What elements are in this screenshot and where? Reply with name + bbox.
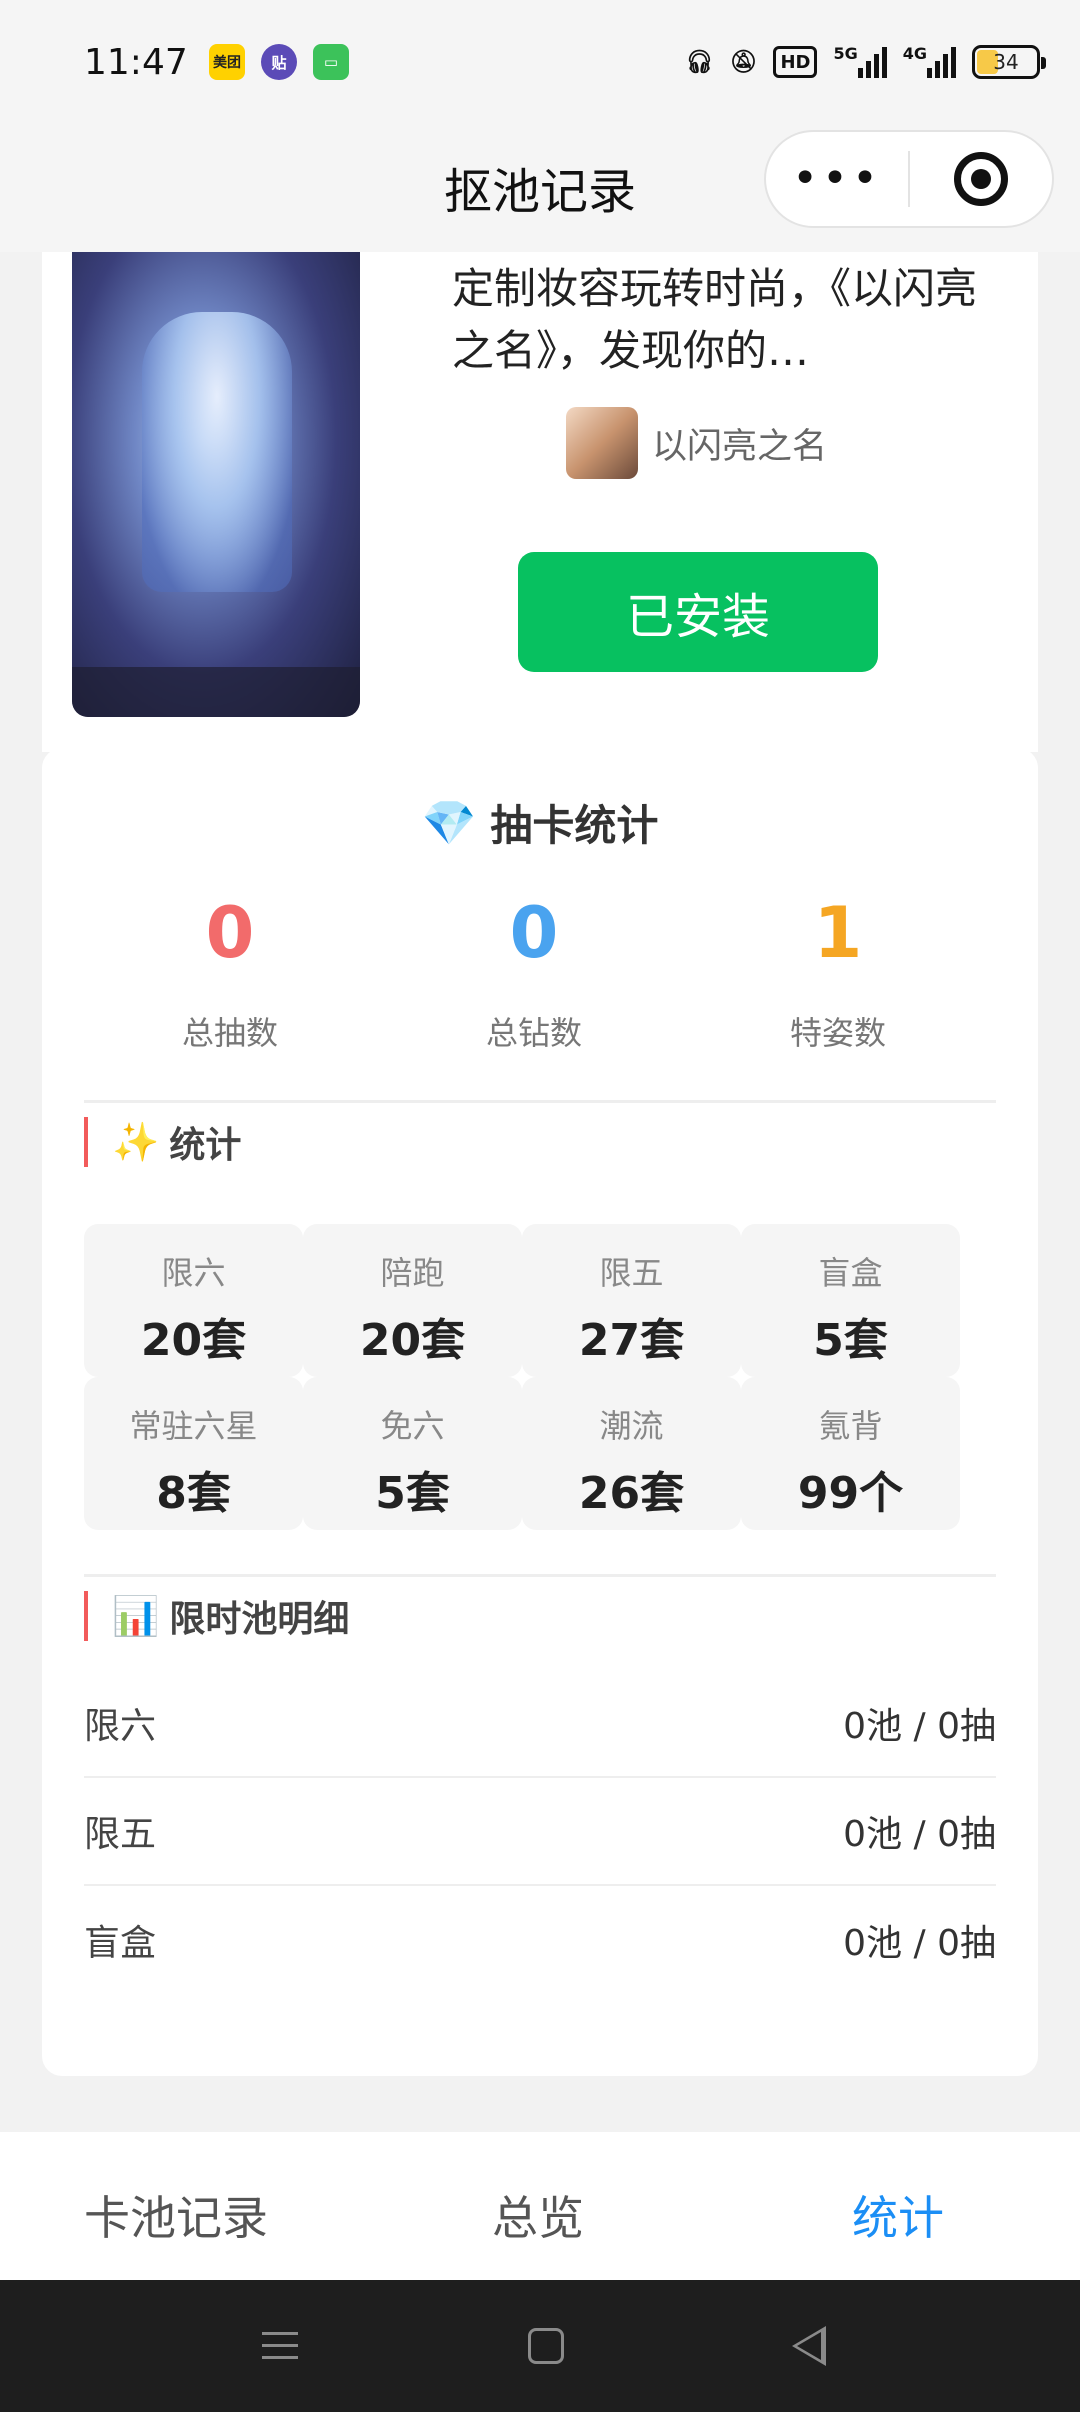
- section-title: 统计: [169, 1125, 242, 1166]
- section-title: 限时池明细: [169, 1599, 350, 1640]
- stat-name: 免六: [380, 1407, 445, 1445]
- summary-value: 0: [509, 892, 559, 974]
- close-miniprogram-button[interactable]: [910, 152, 1052, 206]
- game-promo-card[interactable]: 定制妆容玩转时尚，《以闪亮之名》，发现你的… 以闪亮之名 已安装: [42, 252, 1038, 752]
- bell-off-icon: 🔕︎: [729, 49, 758, 75]
- meituan-app-icon: 美团: [209, 44, 245, 80]
- stat-cell: 氪背 99个: [741, 1377, 960, 1530]
- stat-cell: 盲盒 5套: [741, 1224, 960, 1377]
- net-5g-label: 5G: [833, 44, 858, 63]
- stat-value: 8套: [156, 1468, 231, 1519]
- bottom-tab-bar: 卡池记录 总览 统计: [0, 2132, 1080, 2280]
- game-description: 定制妆容玩转时尚，《以闪亮之名》，发现你的…: [452, 264, 978, 375]
- stat-value: 27套: [578, 1315, 685, 1366]
- stat-cell: 潮流 26套: [522, 1377, 741, 1530]
- system-navigation-bar: [0, 2280, 1080, 2412]
- hd-icon: HD: [773, 46, 818, 78]
- stat-value: 26套: [578, 1468, 685, 1519]
- detail-name: 盲盒: [84, 1923, 157, 1964]
- summary-label: 总抽数: [181, 1014, 278, 1052]
- section-accent-bar: [84, 1117, 88, 1167]
- stat-name: 限六: [161, 1254, 226, 1292]
- detail-name: 限六: [84, 1706, 157, 1747]
- sparkles-icon: ✨: [112, 1119, 160, 1164]
- battery-icon: 34: [972, 45, 1046, 79]
- target-icon: [953, 152, 1008, 206]
- headphones-icon: 🎧︎: [685, 49, 714, 75]
- stats-title-text: 抽卡统计: [490, 801, 659, 850]
- install-button[interactable]: 已安装: [518, 552, 878, 672]
- summary-total-diamonds: 0 总钻数: [382, 898, 686, 1054]
- stat-value: 5套: [813, 1315, 888, 1366]
- stats-title: 💎 抽卡统计: [42, 792, 1038, 853]
- section-accent-bar: [84, 1591, 88, 1641]
- stat-cell: 限五 27套: [522, 1224, 741, 1377]
- tab-overview[interactable]: 总览: [492, 2182, 584, 2248]
- more-button[interactable]: •••: [766, 157, 908, 201]
- developer-row: 以闪亮之名: [566, 407, 827, 479]
- stat-name: 限五: [599, 1254, 664, 1292]
- developer-avatar: [566, 407, 638, 479]
- messages-app-icon: ▭: [313, 44, 349, 80]
- tab-pool-records[interactable]: 卡池记录: [84, 2182, 268, 2248]
- stat-cell: 免六 5套: [303, 1377, 522, 1530]
- developer-name: 以闪亮之名: [652, 426, 828, 467]
- stat-name: 潮流: [599, 1407, 664, 1445]
- status-icons: 🎧︎ 🔕︎ HD 5G 4G 34: [685, 44, 1046, 80]
- miniprogram-capsule: •••: [764, 130, 1054, 228]
- summary-label: 总钻数: [485, 1014, 582, 1052]
- stat-name: 氪背: [818, 1407, 883, 1445]
- summary-total-pulls: 0 总抽数: [78, 898, 382, 1054]
- stat-value: 99个: [797, 1468, 904, 1519]
- summary-value: 0: [205, 892, 255, 974]
- summary-row: 0 总抽数 0 总钻数 1 特姿数: [42, 898, 1038, 1054]
- status-bar: 11:47 美团 贴 ▭ 🎧︎ 🔕︎ HD 5G 4G 34: [0, 0, 1080, 124]
- stat-value: 5套: [375, 1468, 450, 1519]
- stat-name: 盲盒: [818, 1254, 883, 1292]
- diamond-icon: 💎: [421, 797, 477, 849]
- stat-name: 陪跑: [380, 1254, 445, 1292]
- tab-stats[interactable]: 统计: [852, 2182, 944, 2248]
- stat-value: 20套: [359, 1315, 466, 1366]
- bar-chart-icon: 📊: [112, 1593, 160, 1638]
- stat-cell: 常驻六星 8套: [84, 1377, 303, 1530]
- tieba-app-icon: 贴: [261, 44, 297, 80]
- section-header-stats: ✨ 统计: [84, 1116, 241, 1168]
- stat-cell: 限六 20套: [84, 1224, 303, 1377]
- detail-row: 限五 0池 / 0抽: [84, 1778, 996, 1886]
- divider: [84, 1100, 996, 1103]
- detail-value: 0池 / 0抽: [843, 1706, 996, 1747]
- net-4g-label: 4G: [902, 44, 927, 63]
- stats-grid: 限六 20套 陪跑 20套 限五 27套 盲盒 5套 常驻六星 8套 免六 5套 潮流 26套…: [84, 1224, 960, 1530]
- signal-4g-icon: 4G: [903, 44, 956, 80]
- summary-label: 特姿数: [789, 1014, 886, 1052]
- detail-value: 0池 / 0抽: [843, 1923, 996, 1964]
- divider: [84, 1574, 996, 1577]
- stats-card: 💎 抽卡统计 0 总抽数 0 总钻数 1 特姿数 ✨ 统计 限六 20套 陪跑 20…: [42, 748, 1038, 2076]
- section-header-detail: 📊 限时池明细: [84, 1590, 349, 1642]
- back-icon[interactable]: [792, 2326, 826, 2366]
- stat-cell: 陪跑 20套: [303, 1224, 522, 1377]
- signal-5g-icon: 5G: [833, 44, 887, 80]
- detail-row: 限六 0池 / 0抽: [84, 1670, 996, 1778]
- battery-level: 34: [993, 50, 1019, 74]
- game-screenshot[interactable]: [72, 252, 360, 717]
- status-time: 11:47: [84, 41, 188, 83]
- summary-value: 1: [813, 892, 863, 974]
- detail-value: 0池 / 0抽: [843, 1814, 996, 1855]
- detail-row: 盲盒 0池 / 0抽: [84, 1886, 996, 1994]
- recents-menu-icon[interactable]: [262, 2332, 298, 2368]
- detail-name: 限五: [84, 1814, 157, 1855]
- stat-name: 常驻六星: [129, 1407, 258, 1445]
- stat-value: 20套: [140, 1315, 247, 1366]
- summary-special-poses: 1 特姿数: [686, 898, 990, 1054]
- home-icon[interactable]: [528, 2328, 564, 2364]
